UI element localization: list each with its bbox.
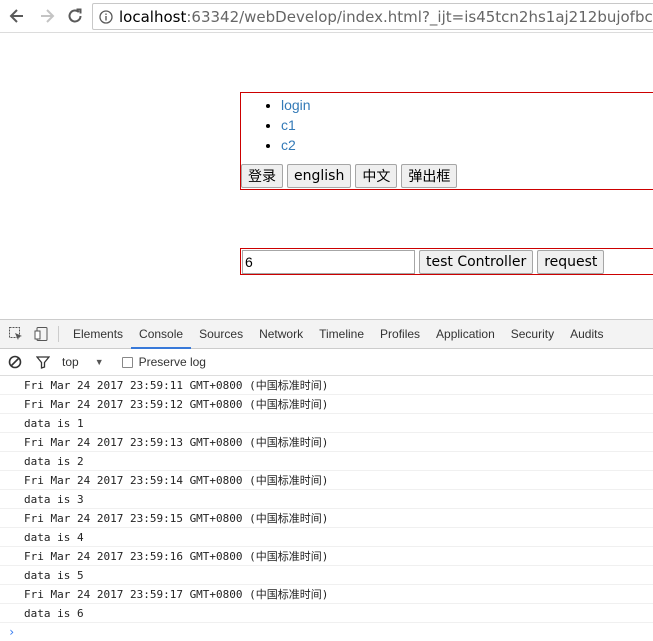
url-host: localhost — [119, 7, 187, 26]
log-line: Fri Mar 24 2017 23:59:16 GMT+0800 (中国标准时… — [0, 547, 653, 566]
menu-item: login — [281, 95, 311, 115]
forward-button[interactable] — [36, 5, 58, 27]
log-line: Fri Mar 24 2017 23:59:14 GMT+0800 (中国标准时… — [0, 471, 653, 490]
controller-panel: test Controller request — [240, 248, 653, 275]
url-path: :63342/webDevelop/index.html?_ijt=is45tc… — [186, 7, 653, 26]
login-link[interactable]: login — [281, 97, 311, 113]
dropdown-arrow-icon[interactable]: ▼ — [95, 357, 104, 367]
filter-icon[interactable] — [36, 355, 50, 369]
english-button[interactable]: english — [287, 164, 352, 188]
menu-list: login c1 c2 — [281, 95, 311, 155]
device-mode-icon[interactable] — [32, 324, 52, 344]
back-button[interactable] — [6, 5, 28, 27]
number-input[interactable] — [242, 250, 415, 274]
test-controller-button[interactable]: test Controller — [419, 250, 534, 274]
button-row: 登录 english 中文 弹出框 — [241, 164, 458, 188]
tab-profiles[interactable]: Profiles — [372, 320, 428, 349]
tab-audits[interactable]: Audits — [562, 320, 611, 349]
log-line: Fri Mar 24 2017 23:59:11 GMT+0800 (中国标准时… — [0, 376, 653, 395]
tab-timeline[interactable]: Timeline — [311, 320, 372, 349]
browser-toolbar: localhost:63342/webDevelop/index.html?_i… — [0, 0, 653, 33]
log-line: Fri Mar 24 2017 23:59:12 GMT+0800 (中国标准时… — [0, 395, 653, 414]
request-button[interactable]: request — [537, 250, 605, 274]
toolbar-divider — [58, 326, 59, 342]
arrow-right-icon — [41, 9, 55, 23]
arrow-left-icon — [9, 9, 23, 23]
log-line: data is 4 — [0, 528, 653, 547]
c1-link[interactable]: c1 — [281, 117, 296, 133]
log-line: data is 6 — [0, 604, 653, 623]
reload-icon — [68, 8, 82, 23]
preserve-log-checkbox[interactable] — [121, 356, 133, 368]
info-icon — [99, 9, 113, 24]
c2-link[interactable]: c2 — [281, 137, 296, 153]
log-line: data is 1 — [0, 414, 653, 433]
address-bar[interactable]: localhost:63342/webDevelop/index.html?_i… — [92, 3, 653, 30]
popup-button[interactable]: 弹出框 — [401, 164, 458, 188]
tab-sources[interactable]: Sources — [191, 320, 251, 349]
log-line: data is 5 — [0, 566, 653, 585]
console-output: Fri Mar 24 2017 23:59:11 GMT+0800 (中国标准时… — [0, 376, 653, 641]
devtools-tabbar: Elements Console Sources Network Timelin… — [0, 320, 653, 349]
devtools-panel: Elements Console Sources Network Timelin… — [0, 319, 653, 641]
log-line: Fri Mar 24 2017 23:59:17 GMT+0800 (中国标准时… — [0, 585, 653, 604]
context-selector[interactable]: top — [62, 355, 79, 369]
log-line: data is 2 — [0, 452, 653, 471]
tab-application[interactable]: Application — [428, 320, 503, 349]
tab-elements[interactable]: Elements — [65, 320, 131, 349]
chinese-button[interactable]: 中文 — [355, 164, 398, 188]
reload-button[interactable] — [64, 5, 86, 27]
console-toolbar: top ▼ Preserve log — [0, 349, 653, 376]
log-line: Fri Mar 24 2017 23:59:15 GMT+0800 (中国标准时… — [0, 509, 653, 528]
console-prompt[interactable]: › — [0, 623, 653, 641]
login-button[interactable]: 登录 — [241, 164, 283, 188]
preserve-log-label: Preserve log — [138, 355, 206, 369]
controller-button-row: test Controller request — [419, 250, 605, 274]
log-line: Fri Mar 24 2017 23:59:13 GMT+0800 (中国标准时… — [0, 433, 653, 452]
menu-item: c1 — [281, 115, 311, 135]
tab-security[interactable]: Security — [503, 320, 562, 349]
tab-network[interactable]: Network — [251, 320, 311, 349]
clear-console-icon[interactable] — [8, 355, 22, 369]
tab-console[interactable]: Console — [131, 320, 192, 349]
inspect-element-icon[interactable] — [6, 324, 26, 344]
log-line: data is 3 — [0, 490, 653, 509]
nav-panel: login c1 c2 登录 english 中文 弹出框 — [240, 92, 653, 190]
menu-item: c2 — [281, 135, 311, 155]
